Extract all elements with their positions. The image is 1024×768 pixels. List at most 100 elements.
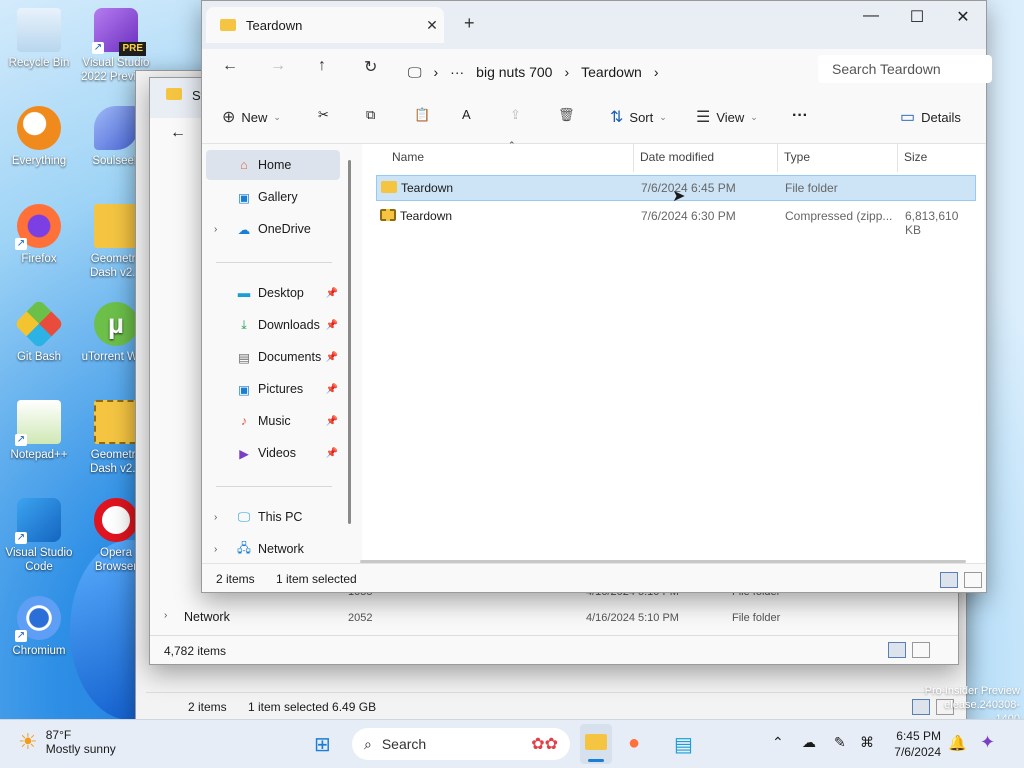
- details-label: Details: [921, 109, 961, 125]
- column-header-date[interactable]: Date modified: [640, 150, 714, 164]
- nav-network[interactable]: Network: [184, 610, 230, 624]
- weather-widget[interactable]: ☀ 87°F Mostly sunny: [18, 728, 116, 756]
- forward-arrow-icon[interactable]: →: [270, 57, 286, 75]
- breadcrumb-item[interactable]: big nuts 700: [476, 64, 552, 80]
- file-explorer-window[interactable]: Teardown ✕ + — ☐ ✕ ← → ↑ ↻ 🖵 › ··· big n…: [201, 0, 992, 593]
- show-hidden-icons[interactable]: ⌃: [772, 734, 784, 751]
- pin-icon[interactable]: 📌: [326, 448, 338, 459]
- new-tab-icon[interactable]: +: [464, 13, 475, 34]
- nav-videos[interactable]: ▶ Videos 📌: [206, 438, 340, 468]
- breadcrumb-item[interactable]: Teardown: [581, 64, 642, 80]
- column-divider[interactable]: [633, 144, 634, 172]
- tab-teardown[interactable]: Teardown ✕: [206, 7, 444, 43]
- new-button[interactable]: ⊕ New ⌄: [222, 107, 281, 127]
- nav-onedrive[interactable]: › ☁ OneDrive: [206, 214, 340, 244]
- chevron-right-icon[interactable]: ›: [214, 224, 217, 235]
- chevron-right-icon[interactable]: ›: [434, 64, 439, 80]
- nav-desktop[interactable]: ▬ Desktop 📌: [206, 278, 340, 308]
- desktop-icon-everything[interactable]: Everything: [3, 106, 75, 168]
- desktop-icon-recycle-bin[interactable]: Recycle Bin: [3, 8, 75, 70]
- nav-downloads[interactable]: ⤓ Downloads 📌: [206, 310, 340, 340]
- desktop-icon-chromium[interactable]: ↗ Chromium: [3, 596, 75, 658]
- system-clock[interactable]: 6:45 PM 7/6/2024: [885, 728, 941, 760]
- details-view-button[interactable]: [888, 642, 906, 658]
- column-header-name[interactable]: Name: [392, 150, 424, 164]
- sort-button[interactable]: ⇅ Sort ⌄: [610, 107, 667, 127]
- desktop-icon-git-bash[interactable]: Git Bash: [3, 299, 75, 364]
- file-date: 7/6/2024 6:30 PM: [641, 209, 736, 223]
- chevron-right-icon[interactable]: ›: [214, 544, 217, 555]
- refresh-icon[interactable]: ↻: [364, 57, 377, 77]
- nav-label: Home: [258, 158, 292, 172]
- close-tab-icon[interactable]: ✕: [420, 17, 444, 34]
- nav-home[interactable]: ⌂ Home: [206, 150, 340, 180]
- column-header-type[interactable]: Type: [784, 150, 810, 164]
- nav-documents[interactable]: ▤ Documents 📌: [206, 342, 340, 372]
- desktop-icon-label: Soulseek: [92, 155, 140, 167]
- delete-icon[interactable]: 🗑: [558, 107, 575, 123]
- taskbar: ☀ 87°F Mostly sunny ⊞ ⌕ Search ✿✿ ● ▤ ⌃ …: [0, 719, 1024, 768]
- back-arrow-icon[interactable]: ←: [170, 124, 186, 142]
- nav-this-pc[interactable]: › 🖵 This PC: [206, 502, 340, 532]
- nav-pictures[interactable]: ▣ Pictures 📌: [206, 374, 340, 404]
- copilot-icon[interactable]: ✦: [980, 732, 995, 753]
- details-view-button[interactable]: [940, 572, 958, 588]
- title-bar: Teardown ✕ + — ☐ ✕: [202, 1, 986, 49]
- more-options-button[interactable]: ···: [792, 107, 808, 125]
- pin-icon[interactable]: 📌: [326, 320, 338, 331]
- taskbar-explorer-button[interactable]: [580, 724, 612, 764]
- search-input[interactable]: Search Teardown: [818, 55, 992, 83]
- file-row[interactable]: 2052 4/16/2024 5:10 PM File folder: [326, 612, 886, 628]
- view-button[interactable]: ☰ View ⌄: [696, 107, 758, 127]
- table-row[interactable]: Teardown 7/6/2024 6:30 PM Compressed (zi…: [376, 204, 974, 237]
- column-header-size[interactable]: Size: [904, 150, 927, 164]
- nav-network[interactable]: › 🖧 Network: [206, 534, 340, 564]
- file-name: Teardown: [400, 209, 453, 223]
- tiles-view-button[interactable]: [912, 642, 930, 658]
- taskbar-notepad-button[interactable]: ▤: [674, 732, 693, 757]
- taskbar-search[interactable]: ⌕ Search ✿✿: [352, 728, 570, 760]
- shortcut-arrow-icon: ↗: [15, 238, 27, 250]
- tiles-view-button[interactable]: [964, 572, 982, 588]
- chevron-right-icon[interactable]: ›: [564, 64, 569, 80]
- monitor-icon[interactable]: 🖵: [408, 64, 422, 81]
- back-arrow-icon[interactable]: ←: [222, 57, 238, 75]
- desktop-icon-firefox[interactable]: ↗ Firefox: [3, 204, 75, 266]
- taskbar-firefox-button[interactable]: ●: [628, 732, 640, 755]
- opera-icon: [94, 498, 138, 542]
- cut-icon[interactable]: ✂: [318, 107, 329, 123]
- close-window-button[interactable]: ✕: [940, 7, 986, 27]
- file-type: Compressed (zipp...: [785, 209, 893, 223]
- chevron-right-icon[interactable]: ›: [214, 512, 217, 523]
- chevron-right-icon[interactable]: ›: [164, 610, 167, 621]
- cloud-sync-icon[interactable]: ☁: [802, 734, 816, 751]
- pen-icon[interactable]: ✎: [834, 734, 846, 751]
- share-icon[interactable]: ⇪: [510, 107, 521, 123]
- minimize-button[interactable]: —: [848, 7, 894, 25]
- pin-icon[interactable]: 📌: [326, 288, 338, 299]
- up-arrow-icon[interactable]: ↑: [318, 57, 326, 75]
- rename-icon[interactable]: A: [462, 107, 471, 122]
- start-button[interactable]: ⊞: [314, 732, 331, 757]
- paste-icon[interactable]: 📋: [414, 107, 430, 123]
- details-pane-button[interactable]: ▭ Details: [900, 107, 961, 127]
- notification-bell-icon[interactable]: 🔔: [948, 734, 967, 752]
- network-status-icon[interactable]: ⌘: [860, 734, 874, 751]
- maximize-button[interactable]: ☐: [894, 7, 940, 27]
- pin-icon[interactable]: 📌: [326, 352, 338, 363]
- column-divider[interactable]: [897, 144, 898, 172]
- search-icon: ⌕: [364, 735, 372, 752]
- breadcrumb[interactable]: 🖵 › ··· big nuts 700 › Teardown ›: [408, 58, 808, 86]
- nav-music[interactable]: ♪ Music 📌: [206, 406, 340, 436]
- horizontal-scrollbar[interactable]: [360, 560, 966, 563]
- desktop-icon-notepadpp[interactable]: ↗ Notepad++: [3, 400, 75, 462]
- nav-scrollbar[interactable]: [348, 160, 351, 524]
- column-divider[interactable]: [777, 144, 778, 172]
- pin-icon[interactable]: 📌: [326, 416, 338, 427]
- chevron-right-icon[interactable]: ›: [654, 64, 659, 80]
- copy-icon[interactable]: ⧉: [366, 107, 375, 123]
- ellipsis-icon[interactable]: ···: [450, 64, 464, 80]
- nav-gallery[interactable]: ▣ Gallery: [206, 182, 340, 212]
- desktop-icon-vscode[interactable]: ↗ Visual Studio Code: [3, 498, 75, 574]
- pin-icon[interactable]: 📌: [326, 384, 338, 395]
